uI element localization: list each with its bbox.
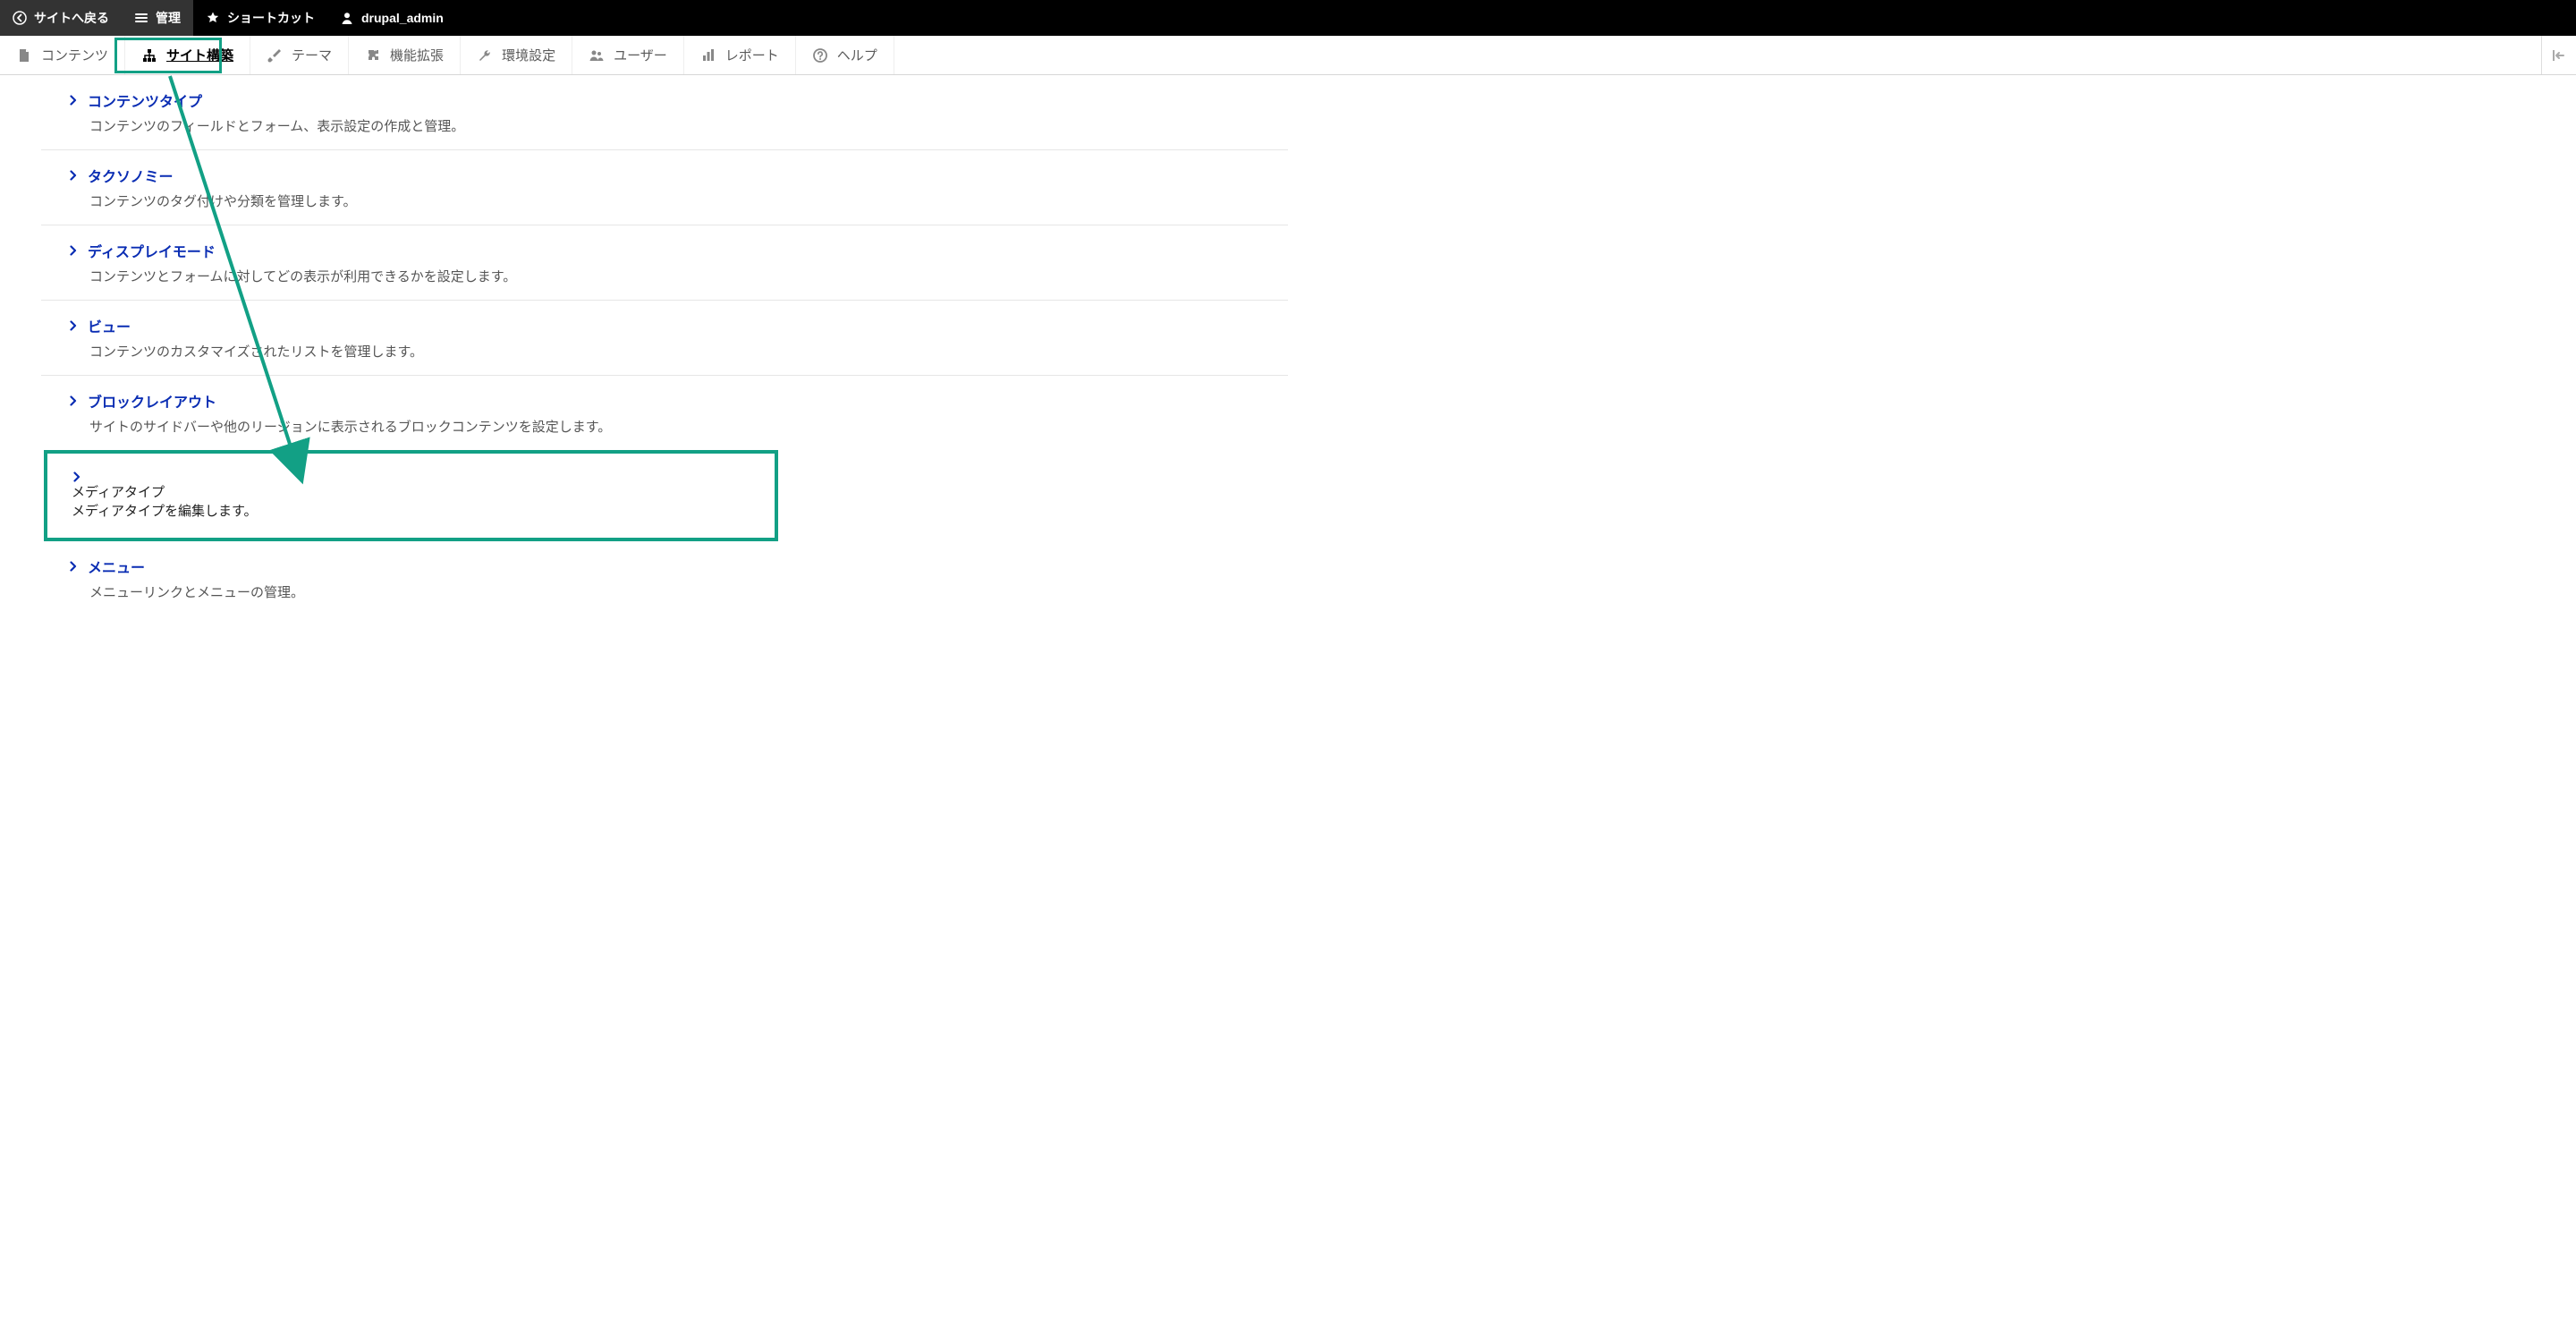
- desc-display-modes: コンテンツとフォームに対してどの表示が利用できるかを設定します。: [89, 267, 1288, 285]
- desc-content-types: コンテンツのフィールドとフォーム、表示設定の作成と管理。: [89, 116, 1288, 135]
- star-icon: [206, 11, 220, 25]
- desc-block-layout: サイトのサイドバーや他のリージョンに表示されるブロックコンテンツを設定します。: [89, 417, 1288, 436]
- wrench-icon: [477, 47, 493, 64]
- link-display-modes[interactable]: ディスプレイモード: [88, 240, 216, 261]
- section-block-layout: ブロックレイアウト サイトのサイドバーや他のリージョンに表示されるブロックコンテ…: [41, 375, 1288, 450]
- structure-page-content: コンテンツタイプ コンテンツのフィールドとフォーム、表示設定の作成と管理。 タク…: [0, 75, 1306, 651]
- tab-content-label: コンテンツ: [41, 46, 108, 64]
- link-media-types[interactable]: メディアタイプ: [72, 485, 165, 500]
- link-taxonomy[interactable]: タクソノミー: [88, 165, 174, 186]
- link-views[interactable]: ビュー: [88, 315, 131, 336]
- tab-structure[interactable]: サイト構築: [125, 36, 250, 74]
- tab-help-label: ヘルプ: [837, 46, 877, 64]
- desc-taxonomy: コンテンツのタグ付けや分類を管理します。: [89, 191, 1288, 210]
- puzzle-icon: [365, 47, 381, 64]
- chevron-right-icon: [68, 561, 79, 572]
- bar-chart-icon: [700, 47, 716, 64]
- chevron-right-icon: [68, 395, 79, 406]
- chevron-right-icon: [68, 170, 79, 181]
- collapse-icon: [2551, 47, 2567, 64]
- manage-toggle[interactable]: 管理: [122, 0, 193, 36]
- tab-help[interactable]: ヘルプ: [796, 36, 894, 74]
- section-display-modes: ディスプレイモード コンテンツとフォームに対してどの表示が利用できるかを設定しま…: [41, 225, 1288, 300]
- tab-extend-label: 機能拡張: [390, 46, 444, 64]
- paintbrush-icon: [267, 47, 283, 64]
- hamburger-icon: [134, 11, 148, 25]
- shortcut-label: ショートカット: [227, 9, 315, 27]
- tab-reports-label: レポート: [725, 46, 779, 64]
- tab-structure-label: サイト構築: [166, 46, 233, 64]
- section-menus: メニュー メニューリンクとメニューの管理。: [41, 541, 1288, 616]
- link-menus[interactable]: メニュー: [88, 556, 145, 577]
- shortcut-button[interactable]: ショートカット: [193, 0, 327, 36]
- tab-reports[interactable]: レポート: [684, 36, 796, 74]
- tab-people[interactable]: ユーザー: [572, 36, 684, 74]
- desc-media-types: メディアタイプを編集します。: [72, 501, 775, 520]
- section-views: ビュー コンテンツのカスタマイズされたリストを管理します。: [41, 300, 1288, 375]
- chevron-right-icon: [68, 320, 79, 331]
- tab-config[interactable]: 環境設定: [461, 36, 572, 74]
- desc-views: コンテンツのカスタマイズされたリストを管理します。: [89, 342, 1288, 361]
- tab-people-label: ユーザー: [614, 46, 667, 64]
- tab-appearance[interactable]: テーマ: [250, 36, 349, 74]
- user-label: drupal_admin: [361, 11, 444, 25]
- help-icon: [812, 47, 828, 64]
- chevron-right-icon: [72, 471, 775, 482]
- sitemap-icon: [141, 47, 157, 64]
- chevron-right-icon: [68, 245, 79, 256]
- tab-extend[interactable]: 機能拡張: [349, 36, 461, 74]
- users-icon: [589, 47, 605, 64]
- section-media-types-highlighted: メディアタイプ メディアタイプを編集します。: [44, 450, 778, 541]
- tab-config-label: 環境設定: [502, 46, 555, 64]
- back-to-site-button[interactable]: サイトへ戻る: [0, 0, 122, 36]
- section-content-types: コンテンツタイプ コンテンツのフィールドとフォーム、表示設定の作成と管理。: [41, 75, 1288, 149]
- tab-appearance-label: テーマ: [292, 46, 332, 64]
- chevron-right-icon: [68, 95, 79, 106]
- manage-label: 管理: [156, 9, 181, 27]
- toolbar-orientation-toggle[interactable]: [2541, 36, 2576, 74]
- user-icon: [340, 11, 354, 25]
- desc-menus: メニューリンクとメニューの管理。: [89, 582, 1288, 601]
- tab-content[interactable]: コンテンツ: [0, 36, 125, 74]
- user-menu-button[interactable]: drupal_admin: [327, 0, 456, 36]
- back-to-site-label: サイトへ戻る: [34, 9, 109, 27]
- admin-toolbar-top: サイトへ戻る 管理 ショートカット drupal_admin: [0, 0, 2576, 36]
- document-icon: [16, 47, 32, 64]
- section-taxonomy: タクソノミー コンテンツのタグ付けや分類を管理します。: [41, 149, 1288, 225]
- link-content-types[interactable]: コンテンツタイプ: [88, 89, 202, 111]
- chevron-left-circle-icon: [13, 11, 27, 25]
- link-block-layout[interactable]: ブロックレイアウト: [88, 390, 216, 412]
- admin-tab-bar: コンテンツ サイト構築 テーマ 機能拡張 環境設定 ユーザー レポート: [0, 36, 2576, 75]
